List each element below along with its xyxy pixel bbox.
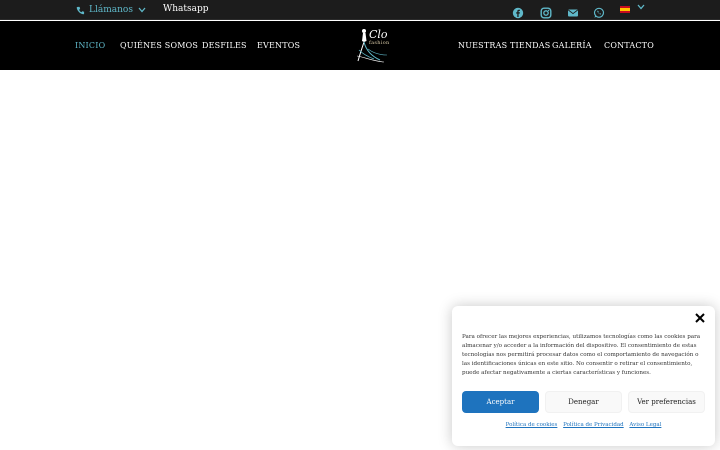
email-icon[interactable] [567,4,579,17]
nav-item-quienes-somos[interactable]: QUIÉNES SOMOS [120,41,198,50]
accept-button[interactable]: Aceptar [462,391,539,413]
deny-button[interactable]: Denegar [545,391,622,413]
main-navbar: INICIO QUIÉNES SOMOS DESFILES EVENTOS Cl… [0,21,720,70]
nav-item-galeria[interactable]: GALERÍA [552,41,592,50]
cookie-consent-dialog: Para ofrecer las mejores experiencias, u… [452,306,715,446]
nav-item-inicio[interactable]: INICIO [75,41,105,50]
nav-item-eventos[interactable]: EVENTOS [257,41,300,50]
privacy-policy-link[interactable]: Política de Privacidad [563,422,624,428]
spain-flag-icon[interactable] [620,6,630,13]
whatsapp-link[interactable]: Whatsapp [163,4,209,14]
cookie-policy-links: Política de cookies Política de Privacid… [452,422,715,428]
nav-item-contacto[interactable]: CONTACTO [604,41,654,50]
close-icon[interactable] [694,312,706,324]
call-dropdown[interactable]: Llámanos [76,3,146,17]
cookie-policy-link[interactable]: Política de cookies [506,422,558,428]
cookie-consent-text: Para ofrecer las mejores experiencias, u… [462,334,701,376]
logo-subtitle: fashion [369,40,390,46]
phone-icon [76,6,85,14]
instagram-icon[interactable] [540,4,552,19]
legal-notice-link[interactable]: Aviso Legal [629,422,661,428]
language-chevron-down-icon[interactable] [637,4,645,10]
call-label: Llámanos [89,5,133,15]
nav-item-nuestras-tiendas[interactable]: NUESTRAS TIENDAS [458,41,550,50]
whatsapp-icon[interactable] [593,4,605,18]
nav-item-desfiles[interactable]: DESFILES [202,41,247,50]
preferences-button[interactable]: Ver preferencias [628,391,705,413]
top-bar: Llámanos Whatsapp [0,0,720,20]
chevron-down-icon [138,7,146,13]
facebook-icon[interactable] [512,4,524,19]
